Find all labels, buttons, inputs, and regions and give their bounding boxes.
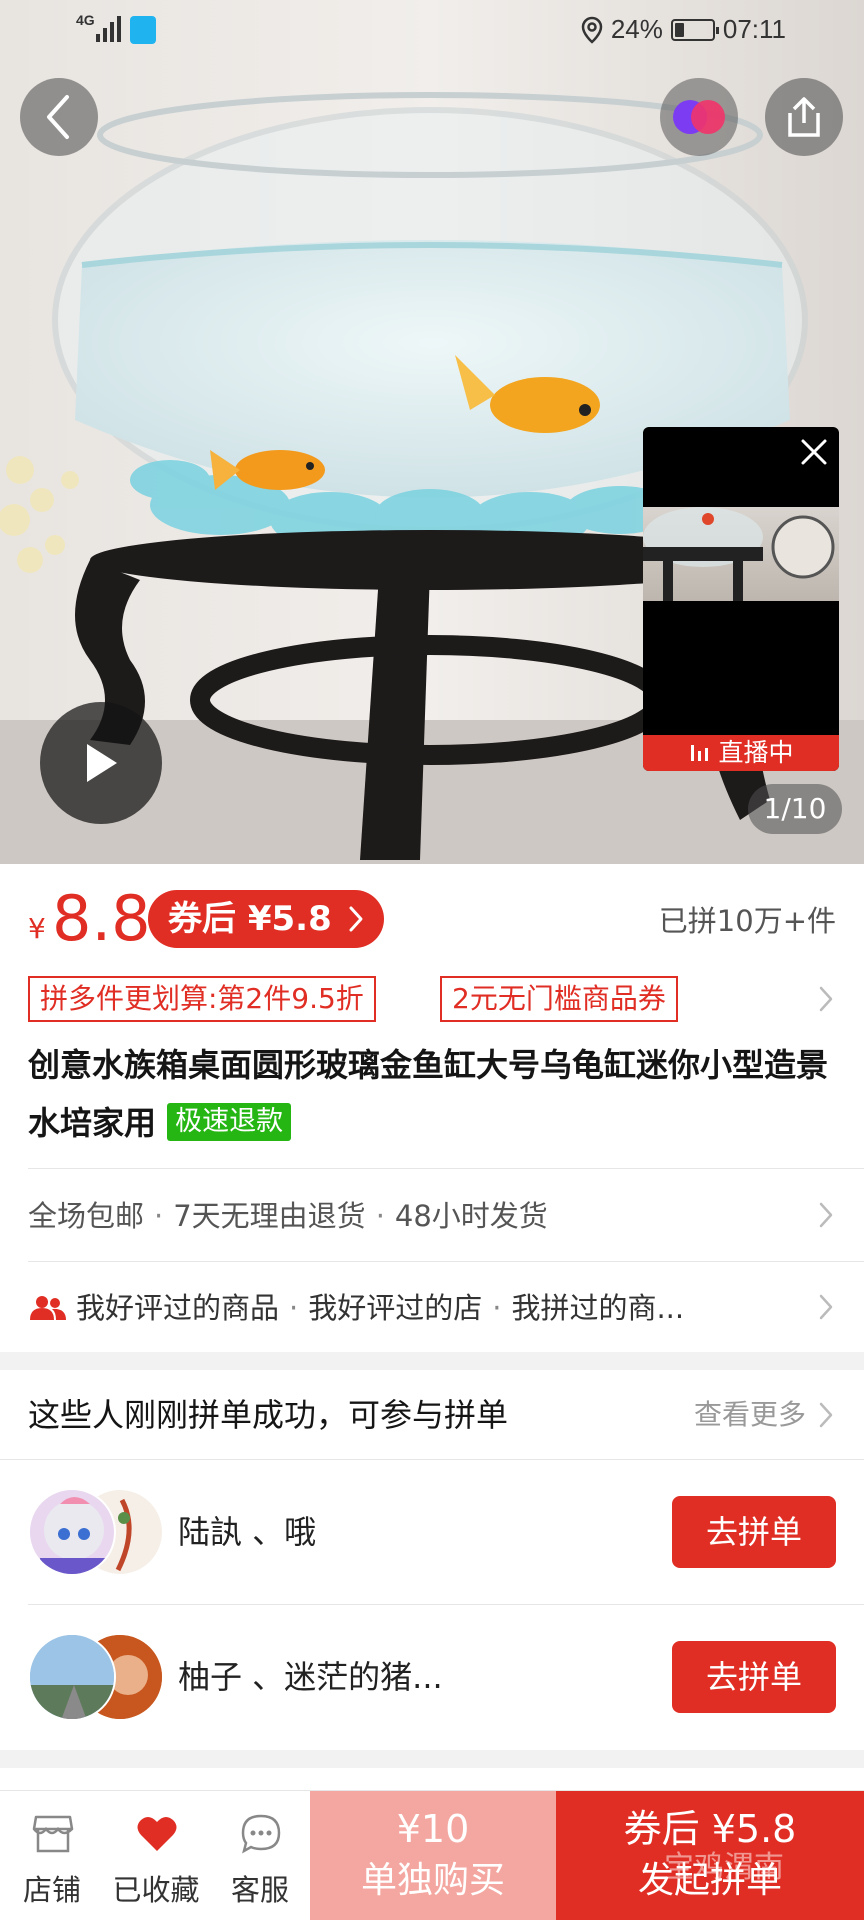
network-indicator: 4G — [76, 12, 95, 28]
service-7day-return: 7天无理由退货 — [173, 1199, 366, 1233]
product-title-text: 创意水族箱桌面圆形玻璃金鱼缸大号乌龟缸迷你小型造景水培家用 — [28, 1046, 829, 1142]
promo-tags[interactable]: 拼多件更划算:第2件9.5折 2元无门槛商品券 — [28, 976, 836, 1022]
service-48h-ship: 48小时发货 — [394, 1199, 548, 1233]
heart-icon — [137, 1816, 177, 1851]
friend-grouped-products: 我拼过的商... — [511, 1291, 685, 1325]
group-avatars — [28, 1488, 168, 1576]
single-price: ¥10 — [396, 1807, 470, 1851]
back-button[interactable] — [20, 78, 98, 156]
favorite-tab-label: 已收藏 — [112, 1873, 200, 1907]
service-guarantees-row[interactable]: 全场包邮 · 7天无理由退货 · 48小时发货 — [28, 1170, 836, 1262]
view-more-link[interactable]: 查看更多 — [694, 1370, 806, 1460]
join-group-button[interactable]: 去拼单 — [672, 1496, 836, 1568]
single-buy-label: 单独购买 — [360, 1860, 505, 1901]
group-row: 柚子 、迷茫的猪... 去拼单 — [28, 1605, 836, 1749]
coupon-price-label: 券后 ¥5.8 — [168, 899, 332, 939]
play-icon — [87, 744, 117, 782]
image-counter: 1/10 — [748, 784, 842, 834]
play-video-button[interactable] — [40, 702, 162, 824]
section-gap — [0, 1750, 864, 1768]
chevron-right-icon — [349, 906, 363, 932]
status-bar: 4G 24% 07:11 — [0, 0, 864, 64]
friend-reviewed-products: 我好评过的商品 — [76, 1291, 280, 1325]
sold-count: 已拼10万+件 — [658, 904, 836, 938]
coupon-price-button[interactable]: 券后 ¥5.8 — [148, 890, 384, 948]
live-bars-icon — [690, 745, 708, 761]
promo-tag-coupon[interactable]: 2元无门槛商品券 — [440, 976, 678, 1022]
fast-refund-badge: 极速退款 — [167, 1103, 292, 1141]
join-group-button[interactable]: 去拼单 — [672, 1641, 836, 1713]
watermark: 宝鸡渭南 — [664, 1850, 784, 1885]
clock: 07:11 — [722, 14, 786, 44]
chevron-right-icon — [819, 1294, 833, 1320]
live-preview-thumbnail — [643, 507, 839, 601]
group-member-names: 陆訙 、哦 — [178, 1513, 317, 1551]
share-icon — [788, 97, 820, 137]
group-row: 陆訙 、哦 去拼单 — [28, 1460, 836, 1604]
live-badge: 直播中 — [643, 735, 839, 771]
chevron-right-icon[interactable] — [816, 1400, 836, 1430]
favorite-tab[interactable]: 已收藏 — [104, 1791, 208, 1920]
buy-alone-button[interactable]: ¥10 单独购买 — [310, 1791, 556, 1920]
group-member-names: 柚子 、迷茫的猪... — [178, 1658, 443, 1696]
battery-percent: 24% — [610, 14, 663, 44]
battery-fill — [674, 22, 685, 37]
section-gap — [0, 1352, 864, 1370]
group-buy-heading: 这些人刚刚拼单成功，可参与拼单 — [28, 1396, 509, 1434]
price-currency: ¥ — [28, 912, 46, 945]
product-image-gallery[interactable]: 4G 24% 07:11 直播中 1/10 — [0, 0, 864, 864]
location-icon — [581, 16, 603, 44]
chat-bubble-icon — [241, 1814, 281, 1854]
live-badge-label: 直播中 — [718, 738, 794, 767]
people-icon — [30, 1296, 66, 1320]
group-buy-header: 这些人刚刚拼单成功，可参与拼单 查看更多 — [28, 1370, 836, 1460]
divider — [28, 1168, 864, 1169]
video-app-icon — [130, 16, 156, 44]
price-row: ¥ 8.8 券后 ¥5.8 已拼10万+件 — [28, 884, 836, 954]
shop-tab[interactable]: 店铺 — [0, 1791, 104, 1920]
promo-tag-multi-buy[interactable]: 拼多件更划算:第2件9.5折 — [28, 976, 376, 1022]
chevron-right-icon — [819, 1202, 833, 1228]
price-value: 8.8 — [52, 882, 151, 955]
customer-service-tab[interactable]: 客服 — [208, 1791, 312, 1920]
avatar — [28, 1488, 116, 1576]
store-icon — [32, 1815, 74, 1853]
friend-reviewed-shops: 我好评过的店 — [308, 1291, 483, 1325]
service-free-shipping: 全场包邮 — [28, 1199, 145, 1233]
friend-activity-row[interactable]: 我好评过的商品 · 我好评过的店 · 我拼过的商... — [28, 1262, 836, 1354]
live-stream-button[interactable] — [660, 78, 738, 156]
live-hearts-icon — [673, 100, 725, 134]
chevron-left-icon — [47, 95, 69, 139]
chevron-right-icon — [819, 986, 833, 1012]
battery-icon — [670, 18, 719, 41]
shop-tab-label: 店铺 — [22, 1873, 81, 1907]
signal-icon — [96, 16, 121, 42]
product-title: 创意水族箱桌面圆形玻璃金鱼缸大号乌龟缸迷你小型造景水培家用 极速退款 — [28, 1036, 836, 1152]
live-preview-window[interactable]: 直播中 — [643, 427, 839, 771]
customer-service-label: 客服 — [230, 1873, 289, 1907]
avatar — [28, 1633, 116, 1721]
group-avatars — [28, 1633, 168, 1721]
share-button[interactable] — [765, 78, 843, 156]
close-icon[interactable] — [797, 435, 831, 469]
